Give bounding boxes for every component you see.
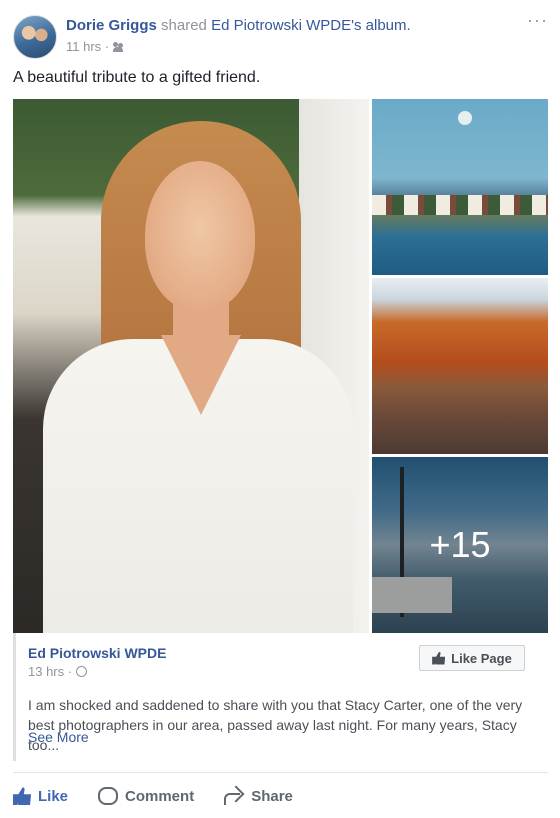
author-avatar[interactable] xyxy=(13,15,57,59)
page-timestamp[interactable]: 13 hrs · xyxy=(28,664,72,679)
comment-label: Comment xyxy=(125,787,195,805)
shrimp-boat-photo[interactable]: +15 xyxy=(372,457,548,633)
thumbs-up-icon xyxy=(432,651,446,665)
share-label: Share xyxy=(251,787,293,805)
album-suffix: 's album. xyxy=(351,17,411,34)
shared-text: shared xyxy=(161,17,207,34)
page-name-link[interactable]: Ed Piotrowski WPDE xyxy=(28,645,166,661)
post-author-line: Dorie Griggs shared Ed Piotrowski WPDE's… xyxy=(66,17,411,35)
like-button[interactable]: Like xyxy=(13,787,68,805)
globe-icon xyxy=(76,666,88,677)
comment-bubble-icon xyxy=(98,787,119,805)
post-message: A beautiful tribute to a gifted friend. xyxy=(13,69,261,86)
more-photos-count[interactable]: +15 xyxy=(372,457,548,633)
like-page-button[interactable]: Like Page xyxy=(419,645,525,671)
album-owner-name[interactable]: Ed Piotrowski WPDE xyxy=(211,17,351,34)
comment-button[interactable]: Comment xyxy=(98,787,194,805)
see-more-link[interactable]: See More xyxy=(28,729,89,745)
shared-page-attachment: Ed Piotrowski WPDE 13 hrs · Like Page I … xyxy=(13,633,548,761)
autumn-trees-photo[interactable] xyxy=(372,278,548,454)
photo-face xyxy=(145,161,255,311)
like-label: Like xyxy=(38,787,69,805)
photo-houses xyxy=(372,195,548,215)
like-page-label: Like Page xyxy=(451,650,512,666)
page-meta: 13 hrs · xyxy=(28,664,88,679)
waterfront-photo[interactable] xyxy=(372,99,548,275)
post-action-bar: Like Comment Share xyxy=(13,782,548,810)
like-thumb-icon xyxy=(13,787,31,805)
main-portrait-photo[interactable] xyxy=(13,99,369,633)
actions-divider xyxy=(13,772,548,773)
post-meta: 11 hrs · xyxy=(66,39,125,55)
photo-moon xyxy=(458,111,472,125)
author-name-link[interactable]: Dorie Griggs xyxy=(66,17,157,34)
album-owner-link[interactable]: Ed Piotrowski WPDE's album. xyxy=(211,17,411,34)
album-photo-grid: +15 xyxy=(13,99,548,633)
share-button[interactable]: Share xyxy=(224,787,293,805)
friends-icon[interactable] xyxy=(113,42,125,52)
post-header: Dorie Griggs shared Ed Piotrowski WPDE's… xyxy=(13,11,548,61)
post-timestamp[interactable]: 11 hrs · xyxy=(66,39,109,55)
share-arrow-icon xyxy=(224,787,244,805)
page-description: I am shocked and saddened to share with … xyxy=(28,697,523,753)
more-options-icon[interactable]: ··· xyxy=(527,11,548,29)
